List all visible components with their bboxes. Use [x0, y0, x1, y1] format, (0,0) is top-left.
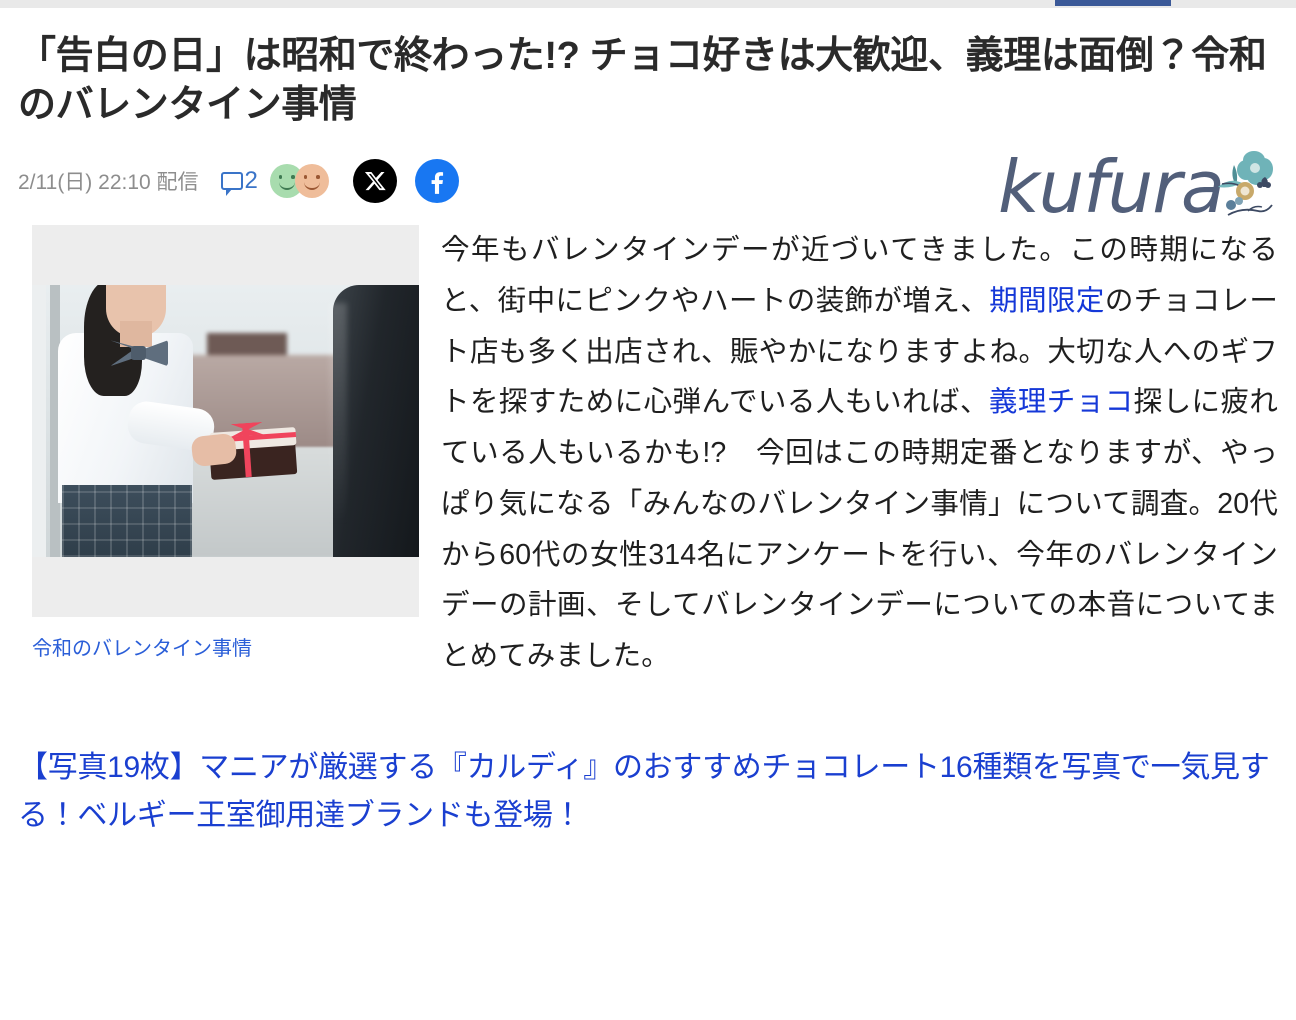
figure-caption-link[interactable]: 令和のバレンタイン事情	[32, 635, 419, 663]
article-content: 令和のバレンタイン事情 今年もバレンタインデーが近づいてきました。この時期になる…	[18, 225, 1278, 681]
smiley-peach-icon[interactable]	[294, 164, 329, 199]
kufura-logo[interactable]: kufura	[998, 143, 1278, 223]
facebook-icon	[431, 172, 443, 195]
kufura-flower-icon	[1218, 151, 1273, 217]
article-thumbnail[interactable]	[32, 225, 419, 618]
comment-bubble-icon	[220, 172, 243, 197]
share-x-button[interactable]	[352, 159, 397, 204]
related-photo-gallery-link[interactable]: 【写真19枚】マニアが厳選する『カルディ』のおすすめチョコレート16種類を写真で…	[18, 744, 1278, 841]
thumbnail-photo	[32, 285, 419, 558]
active-tab-indicator[interactable]	[1055, 0, 1171, 6]
body-text-part-3: 探しに疲れている人もいるかも!? 今回はこの時期定番となりますが、やっぱり気にな…	[441, 386, 1278, 672]
inline-link-giri-choco[interactable]: 義理チョコ	[989, 386, 1134, 418]
browser-chrome-strip	[0, 0, 1296, 8]
article-figure: 令和のバレンタイン事情	[32, 225, 419, 663]
kufura-wordmark: kufura	[997, 145, 1225, 230]
share-facebook-button[interactable]	[414, 159, 459, 204]
comment-count-link[interactable]: 2	[220, 167, 258, 197]
x-twitter-icon	[364, 172, 386, 191]
comment-count-label: 2	[244, 167, 258, 195]
article-container: 「告白の日」は昭和で終わった!? チョコ好きは大歓迎、義理は面倒？令和のバレンタ…	[0, 8, 1296, 841]
reaction-emoji-group[interactable]	[269, 164, 329, 199]
publish-date: 2/11(日) 22:10 配信	[18, 171, 199, 195]
article-meta-row: 2/11(日) 22:10 配信 2 kufura	[18, 151, 1278, 223]
inline-link-limited-time[interactable]: 期間限定	[989, 285, 1105, 317]
page-title: 「告白の日」は昭和で終わった!? チョコ好きは大歓迎、義理は面倒？令和のバレンタ…	[18, 35, 1267, 126]
